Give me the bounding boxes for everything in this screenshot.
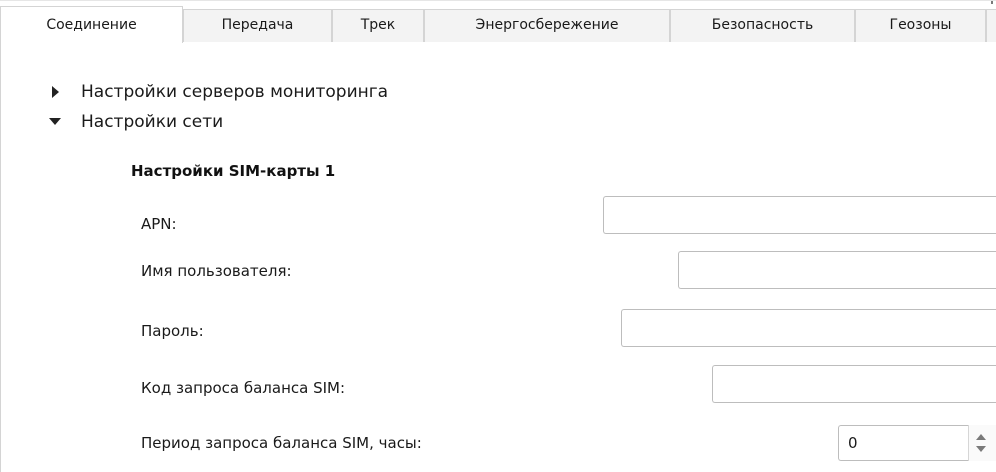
tree-item-network-settings[interactable]: Настройки сети	[48, 112, 223, 132]
balance-period-label: Период запроса баланса SIM, часы:	[141, 434, 422, 452]
tab-transmission[interactable]: Передача	[183, 9, 332, 42]
collapse-arrow-icon[interactable]	[48, 116, 64, 128]
tree-item-monitoring-servers[interactable]: Настройки серверов мониторинга	[48, 82, 388, 102]
password-label: Пароль:	[141, 322, 204, 340]
apn-label: APN:	[141, 215, 177, 233]
spin-down-icon[interactable]	[976, 446, 986, 452]
tab-connection[interactable]: Соединение	[0, 6, 183, 43]
username-field[interactable]	[678, 251, 996, 289]
tab-power-saving[interactable]: Энергосбережение	[424, 9, 670, 42]
tab-geozones[interactable]: Геозоны	[855, 9, 986, 42]
apn-field[interactable]	[603, 196, 996, 234]
spinbox-value: 0	[848, 434, 858, 452]
spin-up-icon[interactable]	[976, 434, 986, 440]
tree-item-label: Настройки серверов мониторинга	[81, 82, 389, 102]
tab-track[interactable]: Трек	[332, 9, 424, 42]
balance-code-label: Код запроса баланса SIM:	[141, 379, 346, 397]
tab-overflow[interactable]	[986, 9, 996, 42]
expand-arrow-icon[interactable]	[48, 86, 64, 98]
tree-item-label: Настройки сети	[81, 112, 224, 132]
settings-tab-bar: Соединение Передача Трек Энергосбережени…	[0, 0, 996, 43]
spinbox-buttons[interactable]	[968, 425, 996, 461]
tab-security[interactable]: Безопасность	[670, 9, 855, 42]
window-corner-mark	[991, 1, 993, 4]
username-label: Имя пользователя:	[141, 262, 292, 280]
sim1-section-title: Настройки SIM-карты 1	[131, 162, 336, 180]
password-field[interactable]	[621, 309, 996, 347]
balance-code-field[interactable]	[712, 365, 996, 403]
top-divider	[0, 0, 996, 1]
